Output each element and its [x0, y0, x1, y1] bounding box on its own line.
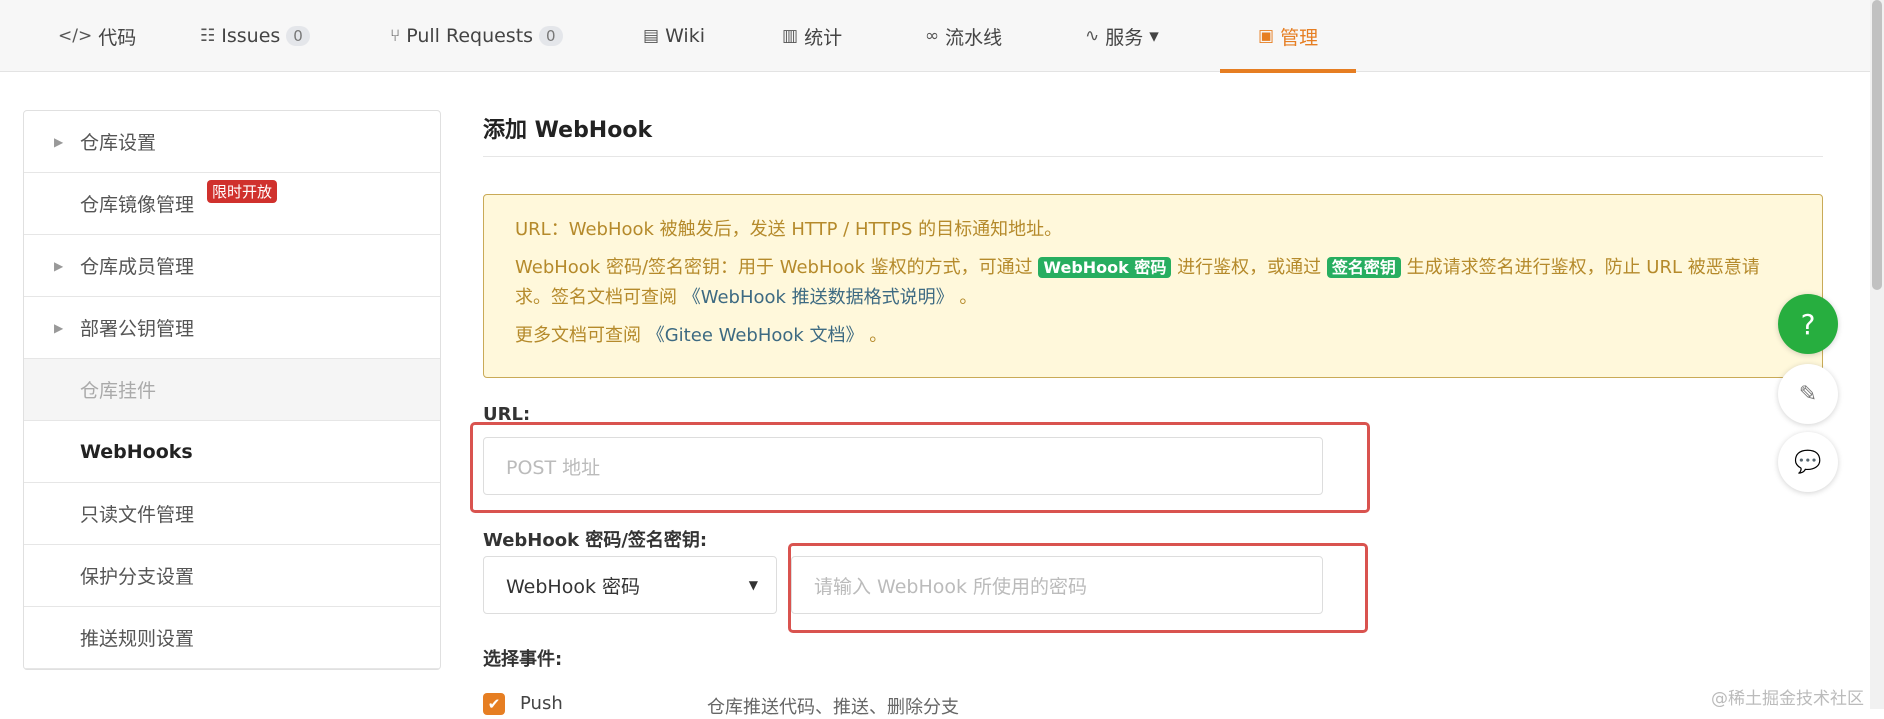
- wiki-icon: ▤: [643, 26, 660, 46]
- notice-secret: WebHook 密码/签名密钥：用于 WebHook 鉴权的方式，可通过 Web…: [515, 253, 1791, 313]
- tab-manage[interactable]: ▣ 管理: [1219, 0, 1357, 73]
- feedback-button[interactable]: ✎: [1778, 364, 1838, 424]
- sidebar-item-repo-settings[interactable]: ▶ 仓库设置: [24, 111, 440, 173]
- manage-icon: ▣: [1258, 26, 1275, 46]
- push-checkbox[interactable]: ✔: [483, 693, 505, 715]
- sidebar-item-label: 保护分支设置: [80, 566, 195, 588]
- select-value: WebHook 密码: [506, 575, 641, 598]
- notice-text: 。: [953, 287, 978, 308]
- highlight-box: [470, 422, 1370, 513]
- tag-signing-key: 签名密钥: [1326, 257, 1401, 278]
- gitee-webhook-doc-link[interactable]: 《Gitee WebHook 文档》: [647, 325, 864, 346]
- tab-stats[interactable]: ▥ 统计: [782, 0, 842, 72]
- notice-text: 进行鉴权，或通过: [1171, 257, 1327, 278]
- caret-down-icon: ▾: [1149, 25, 1159, 47]
- scrollbar-thumb[interactable]: [1872, 0, 1882, 290]
- tag-webhook-password: WebHook 密码: [1038, 257, 1172, 278]
- sidebar-item-push-rules[interactable]: 推送规则设置: [24, 607, 440, 669]
- secret-type-select[interactable]: WebHook 密码 ▼: [483, 556, 777, 614]
- sidebar-item-members[interactable]: ▶ 仓库成员管理: [24, 235, 440, 297]
- push-label: Push: [520, 693, 563, 714]
- service-icon: ∿: [1085, 26, 1100, 46]
- chat-icon: 💬: [1794, 449, 1822, 475]
- help-button[interactable]: ?: [1778, 294, 1838, 354]
- sidebar-item-label: WebHooks: [80, 440, 193, 463]
- stats-icon: ▥: [782, 26, 799, 46]
- tab-label: 流水线: [945, 26, 1003, 49]
- highlight-box: [788, 543, 1368, 633]
- question-icon: ?: [1800, 307, 1816, 341]
- page-title: 添加 WebHook: [483, 118, 653, 143]
- count-badge: 0: [539, 26, 563, 46]
- tab-label: 服务: [1105, 26, 1144, 49]
- caret-right-icon: ▶: [54, 258, 64, 273]
- repo-nav: </> 代码 ☷ Issues 0 ⑂ Pull Requests 0 ▤ Wiki ▥ 统计…: [0, 0, 1870, 73]
- chat-button[interactable]: 💬: [1778, 432, 1838, 492]
- sidebar-item-label: 部署公钥管理: [80, 318, 195, 340]
- push-desc: 仓库推送代码、推送、删除分支: [707, 697, 959, 718]
- notice-text: 。: [863, 325, 888, 346]
- divider: [483, 156, 1823, 157]
- sidebar-item-readonly-files[interactable]: 只读文件管理: [24, 483, 440, 545]
- edit-icon: ✎: [1798, 381, 1818, 407]
- notice-text: 更多文档可查阅: [515, 325, 647, 346]
- notice-docs: 更多文档可查阅 《Gitee WebHook 文档》 。: [515, 321, 1791, 351]
- scrollbar[interactable]: [1870, 0, 1884, 709]
- limited-badge: 限时开放: [207, 180, 278, 203]
- tab-label: 统计: [804, 26, 843, 49]
- sidebar-item-protected-branches[interactable]: 保护分支设置: [24, 545, 440, 607]
- tab-label: Pull Requests: [406, 25, 534, 47]
- watermark: @稀土掘金技术社区: [1711, 689, 1864, 709]
- settings-sidebar: ▶ 仓库设置 仓库镜像管理 ▶ 仓库成员管理 ▶ 部署公钥管理 仓库挂件 WebHoo…: [23, 110, 441, 670]
- tab-wiki[interactable]: ▤ Wiki: [643, 0, 705, 72]
- sidebar-item-label: 仓库设置: [80, 132, 157, 154]
- sidebar-item-label: 只读文件管理: [80, 504, 195, 526]
- sidebar-item-label: 仓库镜像管理: [80, 194, 195, 216]
- caret-right-icon: ▶: [54, 134, 64, 149]
- tab-label: Wiki: [665, 25, 705, 47]
- events-label: 选择事件:: [483, 649, 563, 670]
- info-notice: URL：WebHook 被触发后，发送 HTTP / HTTPS 的目标通知地址…: [483, 194, 1823, 378]
- code-icon: </>: [58, 26, 93, 46]
- sidebar-item-deploy-keys[interactable]: ▶ 部署公钥管理: [24, 297, 440, 359]
- caret-right-icon: ▶: [54, 320, 64, 335]
- issues-icon: ☷: [200, 26, 216, 46]
- tab-label: 代码: [98, 26, 137, 49]
- tab-issues[interactable]: ☷ Issues 0: [200, 0, 310, 72]
- caret-down-icon: ▼: [748, 578, 758, 592]
- notice-url: URL：WebHook 被触发后，发送 HTTP / HTTPS 的目标通知地址…: [515, 219, 1063, 240]
- tab-pull-requests[interactable]: ⑂ Pull Requests 0: [390, 0, 563, 72]
- tab-pipeline[interactable]: ∞ 流水线: [925, 0, 1002, 72]
- tab-label: 管理: [1280, 26, 1319, 49]
- count-badge: 0: [286, 26, 310, 46]
- tab-service[interactable]: ∿ 服务 ▾: [1085, 0, 1159, 72]
- sidebar-item-label: 仓库成员管理: [80, 256, 195, 278]
- notice-text: WebHook 密码/签名密钥：用于 WebHook 鉴权的方式，可通过: [515, 257, 1039, 278]
- sidebar-item-label: 推送规则设置: [80, 628, 195, 650]
- pipeline-icon: ∞: [925, 26, 940, 46]
- sidebar-item-widgets: 仓库挂件: [24, 359, 440, 421]
- pull-request-icon: ⑂: [390, 26, 401, 46]
- tab-label: Issues: [221, 25, 281, 47]
- secret-label: WebHook 密码/签名密钥:: [483, 530, 708, 551]
- sidebar-item-label: 仓库挂件: [80, 380, 157, 402]
- payload-doc-link[interactable]: 《WebHook 推送数据格式说明》: [683, 287, 954, 308]
- tab-code[interactable]: </> 代码: [58, 0, 136, 72]
- sidebar-item-webhooks[interactable]: WebHooks: [24, 421, 440, 483]
